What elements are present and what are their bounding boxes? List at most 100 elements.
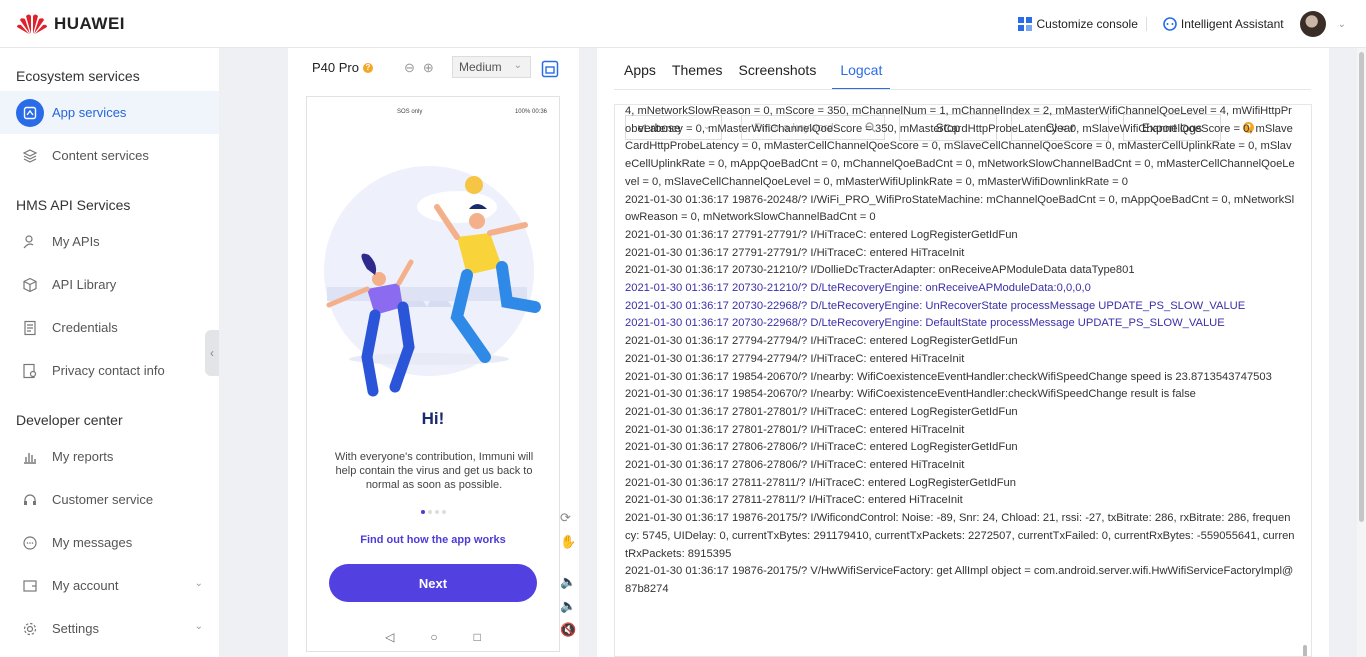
headset-icon bbox=[22, 492, 38, 508]
log-line: 2021-01-30 01:36:17 27806-27806/? I/HiTr… bbox=[625, 441, 1018, 454]
sidebar-item-content-services[interactable]: Content services bbox=[0, 134, 219, 177]
user-avatar[interactable] bbox=[1299, 11, 1326, 37]
device-name: P40 Pro bbox=[312, 60, 359, 75]
sidebar-item-label: Content services bbox=[52, 148, 149, 163]
tab-logcat[interactable]: Logcat bbox=[832, 62, 891, 90]
log-line: 2021-01-30 01:36:17 27811-27811/? I/HiTr… bbox=[625, 476, 1016, 489]
sidebar-item-label: My messages bbox=[52, 535, 133, 550]
find-out-link[interactable]: Find out how the app works bbox=[307, 534, 559, 546]
huawei-logo[interactable]: HUAWEI bbox=[16, 12, 125, 36]
logcat-panel: Apps Themes Screenshots Logcat verbose ⌄… bbox=[597, 48, 1329, 657]
sidebar-item-settings[interactable]: Settings ⌄ bbox=[0, 607, 219, 650]
sidebar-item-app-services[interactable]: App services bbox=[0, 91, 219, 134]
scrollbar-thumb[interactable] bbox=[1359, 52, 1364, 522]
privacy-icon bbox=[22, 363, 38, 379]
sidebar: Ecosystem services App services Content … bbox=[0, 48, 219, 657]
recents-square-icon[interactable]: □ bbox=[474, 630, 481, 644]
device-side-tools: ⟳ ✋ 🔈 🔈 🔇 bbox=[560, 510, 576, 638]
assistant-icon bbox=[1163, 17, 1177, 31]
log-container: verbose ⌄ Enter a keyword. Stop Clear Ex… bbox=[614, 104, 1312, 657]
chevron-down-icon[interactable]: ⌄ bbox=[195, 578, 203, 589]
bar-chart-icon bbox=[22, 449, 38, 465]
chevron-down-icon[interactable]: ⌄ bbox=[195, 621, 203, 632]
sidebar-item-label: API Library bbox=[52, 277, 117, 292]
sidebar-item-my-reports[interactable]: My reports bbox=[0, 435, 219, 478]
grid-icon bbox=[1018, 17, 1033, 31]
document-icon bbox=[22, 320, 38, 336]
sidebar-item-label: Customer service bbox=[52, 492, 154, 507]
log-line: 2021-01-30 01:36:17 27811-27811/? I/HiTr… bbox=[625, 494, 963, 507]
volume-up-icon[interactable]: 🔈 bbox=[560, 574, 576, 590]
log-line: 2021-01-30 01:36:17 20730-22968/? D/LteR… bbox=[625, 299, 1246, 312]
wallet-icon bbox=[22, 578, 38, 594]
log-line: 2021-01-30 01:36:17 20730-21210/? I/Doll… bbox=[625, 264, 1135, 277]
log-line: 2021-01-30 01:36:17 27791-27791/? I/HiTr… bbox=[625, 228, 1018, 241]
tab-themes[interactable]: Themes bbox=[672, 62, 723, 90]
sidebar-item-credentials[interactable]: Credentials bbox=[0, 306, 219, 349]
sidebar-item-label: Settings bbox=[52, 621, 99, 636]
log-line: 2021-01-30 01:36:17 27806-27806/? I/HiTr… bbox=[625, 459, 965, 472]
sidebar-group-title: Ecosystem services bbox=[16, 68, 140, 84]
status-right: 100% 00:36 bbox=[514, 109, 547, 115]
resolution-select[interactable]: Medium ⌄ bbox=[452, 56, 531, 78]
log-line: 2021-01-30 01:36:17 19854-20670/? I/near… bbox=[625, 370, 1272, 383]
tab-apps[interactable]: Apps bbox=[624, 62, 656, 90]
divider bbox=[614, 89, 1311, 90]
sidebar-item-my-account[interactable]: My account ⌄ bbox=[0, 564, 219, 607]
log-line: 2021-01-30 01:36:17 20730-21210/? D/LteR… bbox=[625, 282, 1091, 295]
tab-screenshots[interactable]: Screenshots bbox=[739, 62, 817, 90]
phone-screen[interactable]: SOS only 100% 00:36 Hi! With everyone's … bbox=[306, 96, 560, 652]
tab-bar: Apps Themes Screenshots Logcat bbox=[624, 62, 906, 90]
sidebar-item-label: My APIs bbox=[52, 234, 100, 249]
sidebar-item-api-library[interactable]: API Library bbox=[0, 263, 219, 306]
log-scrollbar[interactable] bbox=[1303, 645, 1307, 656]
sidebar-item-label: My reports bbox=[52, 449, 114, 464]
rotate-icon[interactable]: ⟳ bbox=[560, 510, 576, 526]
page-scrollbar[interactable] bbox=[1357, 48, 1366, 657]
sidebar-item-customer-service[interactable]: Customer service bbox=[0, 478, 219, 521]
gesture-icon[interactable]: ✋ bbox=[560, 534, 576, 550]
volume-down-icon[interactable]: 🔈 bbox=[560, 598, 576, 614]
log-line: 2021-01-30 01:36:17 19876-20175/? V/HwWi… bbox=[625, 565, 1294, 595]
chevron-down-icon[interactable]: ⌄ bbox=[1338, 19, 1346, 30]
log-line: 4, mNetworkSlowReason = 0, mScore = 350,… bbox=[625, 105, 1295, 188]
api-user-icon bbox=[22, 234, 38, 250]
zoom-in-icon[interactable]: ⊕ bbox=[423, 60, 434, 76]
log-line: 2021-01-30 01:36:17 19876-20248/? I/WiFi… bbox=[625, 193, 1295, 224]
log-line: 2021-01-30 01:36:17 27801-27801/? I/HiTr… bbox=[625, 405, 1018, 418]
status-left: SOS only bbox=[397, 109, 423, 115]
intelligent-assistant-label: Intelligent Assistant bbox=[1180, 17, 1284, 31]
log-line: 2021-01-30 01:36:17 27791-27791/? I/HiTr… bbox=[625, 246, 965, 259]
sidebar-item-privacy-contact-info[interactable]: Privacy contact info bbox=[0, 349, 219, 392]
device-panel: P40 Pro ? ⊖ ⊕ Medium ⌄ SOS only 100% 00:… bbox=[288, 48, 579, 657]
zoom-out-icon[interactable]: ⊖ bbox=[404, 60, 415, 76]
page-indicator bbox=[307, 510, 559, 514]
gear-icon bbox=[22, 621, 38, 637]
mute-icon[interactable]: 🔇 bbox=[560, 622, 576, 638]
customize-console-button[interactable]: Customize console bbox=[1018, 17, 1138, 31]
chevron-left-icon: ‹ bbox=[210, 346, 214, 360]
sidebar-collapse-handle[interactable]: ‹ bbox=[205, 330, 219, 376]
layers-icon bbox=[22, 148, 38, 164]
log-line: 2021-01-30 01:36:17 27794-27794/? I/HiTr… bbox=[625, 352, 965, 365]
sidebar-item-my-messages[interactable]: My messages bbox=[0, 521, 219, 564]
huawei-flower-icon bbox=[17, 14, 47, 34]
log-line: 2021-01-30 01:36:17 27794-27794/? I/HiTr… bbox=[625, 335, 1018, 348]
sidebar-item-my-apis[interactable]: My APIs bbox=[0, 220, 219, 263]
app-services-icon bbox=[16, 98, 44, 127]
back-triangle-icon[interactable]: ◁ bbox=[385, 630, 394, 644]
log-line: 2021-01-30 01:36:17 20730-22968/? D/LteR… bbox=[625, 317, 1225, 330]
next-button[interactable]: Next bbox=[329, 564, 537, 602]
home-circle-icon[interactable]: ○ bbox=[430, 630, 437, 644]
screenshot-icon[interactable] bbox=[541, 60, 559, 83]
help-icon[interactable]: ? bbox=[362, 62, 373, 73]
divider bbox=[1145, 17, 1147, 31]
sidebar-group-title: Developer center bbox=[16, 412, 123, 428]
sidebar-item-label: Privacy contact info bbox=[52, 363, 165, 378]
sidebar-item-label: App services bbox=[52, 105, 127, 120]
log-line: 2021-01-30 01:36:17 19854-20670/? I/near… bbox=[625, 388, 1196, 401]
sidebar-item-label: My account bbox=[52, 578, 119, 593]
brand-name: HUAWEI bbox=[54, 14, 125, 33]
intelligent-assistant-button[interactable]: Intelligent Assistant bbox=[1163, 17, 1284, 31]
chat-icon bbox=[22, 535, 38, 551]
